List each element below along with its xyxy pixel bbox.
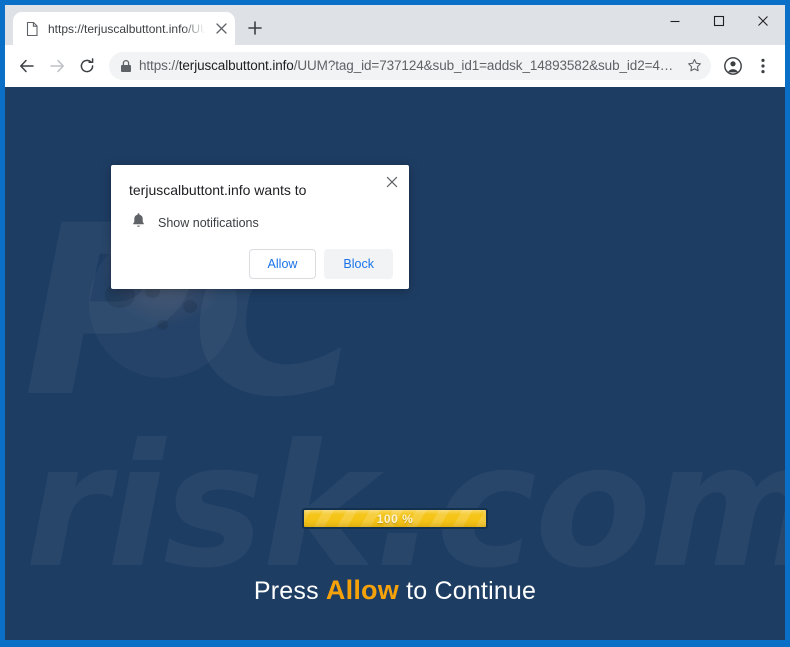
browser-window: https://terjuscalbuttont.info/UUM https:…	[0, 0, 790, 647]
window-controls	[653, 5, 785, 37]
allow-button[interactable]: Allow	[248, 249, 317, 279]
close-window-icon[interactable]	[741, 5, 785, 37]
dialog-permission-label: Show notifications	[158, 215, 259, 230]
url-host: terjuscalbuttont.info	[178, 57, 294, 73]
dialog-actions: Allow Block	[127, 249, 393, 279]
close-icon[interactable]	[213, 21, 229, 37]
url-scheme: https://	[139, 57, 179, 73]
browser-tab[interactable]: https://terjuscalbuttont.info/UUM	[13, 12, 235, 45]
headline-prefix: Press	[253, 577, 326, 605]
progress-bar-label: 100 %	[376, 511, 414, 526]
progress-bar: 100 %	[302, 508, 488, 529]
browser-window-inner: https://terjuscalbuttont.info/UUM https:…	[5, 5, 785, 640]
url-path: /UUM?tag_id=737124&sub_id1=addsk_1489358…	[293, 57, 674, 73]
dialog-title: terjuscalbuttont.info wants to	[129, 182, 307, 198]
address-bar[interactable]: https://terjuscalbuttont.info/UUM?tag_id…	[109, 51, 711, 80]
reload-icon[interactable]	[73, 52, 101, 80]
forward-icon[interactable]	[43, 52, 71, 80]
url-text: https://terjuscalbuttont.info/UUM?tag_id…	[139, 52, 681, 80]
new-tab-button[interactable]	[241, 14, 269, 42]
browser-toolbar: https://terjuscalbuttont.info/UUM?tag_id…	[5, 45, 785, 87]
profile-avatar-icon[interactable]	[719, 52, 747, 80]
headline-suffix: to Continue	[398, 577, 537, 605]
bookmark-star-icon[interactable]	[681, 53, 707, 79]
tab-strip: https://terjuscalbuttont.info/UUM	[5, 5, 785, 45]
page-viewport: PC risk.com 100 % Press Allow to Continu…	[5, 87, 785, 632]
bell-icon	[131, 212, 146, 233]
lock-icon[interactable]	[113, 53, 139, 79]
minimize-icon[interactable]	[653, 5, 697, 37]
page-headline: Press Allow to Continue	[5, 575, 785, 606]
notification-permission-dialog: terjuscalbuttont.info wants to Show noti…	[111, 165, 409, 289]
page-icon	[24, 21, 40, 37]
back-icon[interactable]	[13, 52, 41, 80]
block-button[interactable]: Block	[324, 249, 393, 279]
chrome-menu-icon[interactable]	[749, 52, 777, 80]
maximize-icon[interactable]	[697, 5, 741, 37]
watermark-line-2: risk.com	[25, 422, 785, 592]
tab-title: https://terjuscalbuttont.info/UUM	[48, 21, 205, 36]
dialog-permission-row: Show notifications	[131, 212, 393, 233]
dialog-close-icon[interactable]	[382, 172, 402, 192]
headline-accent: Allow	[325, 575, 399, 605]
